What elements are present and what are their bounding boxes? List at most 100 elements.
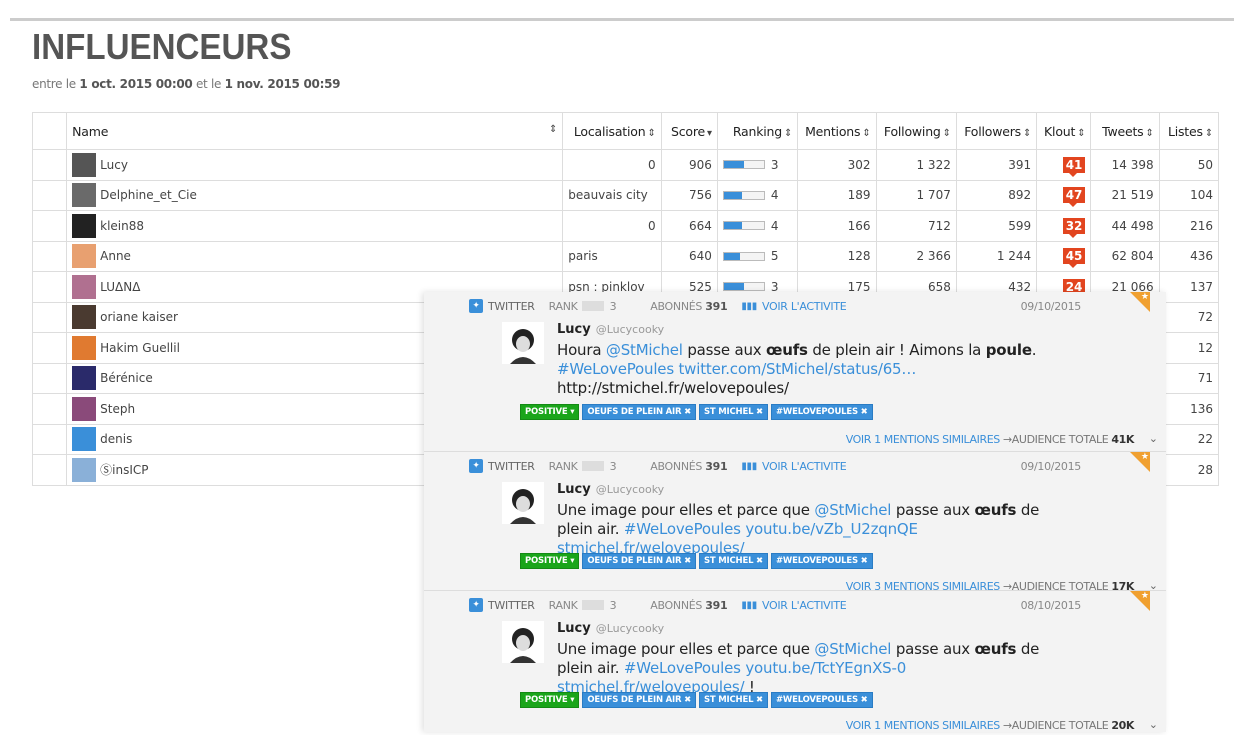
- lists-cell: 72: [1158, 301, 1220, 333]
- chevron-down-icon[interactable]: ⌄: [1149, 432, 1158, 445]
- tag-chip[interactable]: ST MICHEL ✖: [699, 553, 768, 569]
- tag-chip[interactable]: #WELOVEPOULES ✖: [770, 553, 873, 569]
- table-row[interactable]: Delphine_et_Cie beauvais city 756 4 189 1 707…: [31, 179, 1220, 211]
- influencer-name[interactable]: Bérénice: [100, 371, 153, 385]
- author-name[interactable]: Lucy: [557, 482, 591, 497]
- rank-value: 4: [770, 188, 779, 203]
- name-cell[interactable]: klein88: [66, 210, 564, 242]
- sort-icon[interactable]: ⇕: [1145, 128, 1153, 139]
- similar-mentions-link[interactable]: VOIR 1 MENTIONS SIMILAIRES: [846, 433, 1001, 446]
- sort-icon[interactable]: ⇕: [1077, 128, 1085, 139]
- tag-chip[interactable]: OEUFS DE PLEIN AIR ✖: [582, 553, 697, 569]
- row-select-cell[interactable]: [31, 423, 68, 455]
- influencer-name[interactable]: ⓈinsICP: [100, 461, 148, 478]
- influencer-name[interactable]: Lucy: [100, 158, 128, 172]
- influencer-name[interactable]: Delphine_et_Cie: [100, 188, 197, 202]
- sort-icon[interactable]: ⇕: [1205, 128, 1213, 139]
- followers-cell: 892: [955, 179, 1038, 211]
- influencer-name[interactable]: LUΔNΔ: [100, 280, 140, 294]
- column-header-name[interactable]: Name ⇕: [66, 112, 564, 150]
- sort-icon[interactable]: ⇕: [943, 128, 951, 139]
- column-header-ranking[interactable]: Ranking ⇕: [716, 112, 799, 150]
- influencer-name[interactable]: Hakim Guellil: [100, 341, 180, 355]
- column-header-following[interactable]: Following ⇕: [875, 112, 957, 150]
- avatar: [72, 244, 97, 269]
- sentiment-dropdown[interactable]: POSITIVE ▾: [520, 692, 580, 708]
- influencer-name[interactable]: oriane kaiser: [100, 310, 178, 324]
- row-select-cell[interactable]: [31, 454, 68, 486]
- tag-chip[interactable]: ST MICHEL ✖: [699, 404, 768, 420]
- row-select-cell[interactable]: [31, 362, 68, 394]
- sentiment-dropdown[interactable]: POSITIVE ▾: [520, 553, 580, 569]
- tag-chip[interactable]: #WELOVEPOULES ✖: [770, 692, 873, 708]
- klout-cell: 32: [1036, 210, 1092, 242]
- tweets-cell: 14 398: [1090, 149, 1160, 181]
- author-handle[interactable]: @Lucycooky: [596, 622, 664, 635]
- influencer-name[interactable]: denis: [100, 432, 132, 446]
- table-row[interactable]: Lucy 0 906 3 302 1 322 391 41 14 398 50: [31, 149, 1220, 181]
- view-activity-link[interactable]: VOIR L'ACTIVITE: [762, 460, 847, 473]
- mentions-cell: 302: [797, 149, 877, 181]
- column-header-location[interactable]: Localisation ⇕: [562, 112, 662, 150]
- column-header-mentions[interactable]: Mentions ⇕: [797, 112, 877, 150]
- mention-text: Houra @StMichel passe aux œufs de plein …: [557, 341, 1037, 397]
- column-header-tweets[interactable]: Tweets ⇕: [1090, 112, 1160, 150]
- tag-list: POSITIVE ▾ OEUFS DE PLEIN AIR ✖ ST MICHEL …: [520, 404, 873, 420]
- klout-badge: 47: [1062, 187, 1086, 208]
- mention-rank-label: RANK: [548, 598, 578, 612]
- influencer-name[interactable]: klein88: [100, 219, 144, 233]
- row-select-cell[interactable]: [31, 210, 68, 242]
- influencer-name[interactable]: Anne: [100, 249, 131, 263]
- avatar: [72, 427, 97, 452]
- mention-footer: VOIR 1 MENTIONS SIMILAIRES →AUDIENCE TOT…: [845, 719, 1135, 732]
- sort-icon[interactable]: ⇕: [1023, 128, 1031, 139]
- subscribers: ABONNÉS 391: [650, 459, 728, 473]
- row-select-cell[interactable]: [31, 179, 68, 211]
- author-name[interactable]: Lucy: [557, 621, 591, 636]
- ranking-cell: 4: [716, 210, 799, 242]
- column-header-klout[interactable]: Klout ⇕: [1036, 112, 1092, 150]
- tweets-cell: 21 519: [1090, 179, 1160, 211]
- row-select-cell[interactable]: [31, 149, 68, 181]
- row-select-cell[interactable]: [31, 301, 68, 333]
- view-activity-link[interactable]: VOIR L'ACTIVITE: [762, 300, 847, 313]
- mention-card: ✦ TWITTER RANK 3 ABONNÉS 391 ▮▮▮ VOIR L'ACTIVI…: [424, 591, 1166, 732]
- name-cell[interactable]: Lucy: [66, 149, 564, 181]
- table-row[interactable]: Anne paris 640 5 128 2 366 1 244 45 62 804 436: [31, 240, 1220, 272]
- view-activity-link[interactable]: VOIR L'ACTIVITE: [762, 599, 847, 612]
- ranking-cell: 5: [716, 240, 799, 272]
- sentiment-dropdown[interactable]: POSITIVE ▾: [520, 404, 580, 420]
- tag-chip[interactable]: OEUFS DE PLEIN AIR ✖: [582, 692, 697, 708]
- influencer-name[interactable]: Steph: [100, 402, 135, 416]
- name-cell[interactable]: Anne: [66, 240, 564, 272]
- column-header-score[interactable]: Score ▾: [660, 112, 718, 150]
- mention-rank-value: 3: [609, 459, 617, 473]
- followers-cell: 1 244: [955, 240, 1038, 272]
- author-name[interactable]: Lucy: [557, 322, 591, 337]
- sort-icon[interactable]: ⇕: [862, 128, 870, 139]
- sort-icon[interactable]: ⇕: [784, 128, 792, 139]
- column-header-followers[interactable]: Followers ⇕: [955, 112, 1038, 150]
- chevron-down-icon[interactable]: ⌄: [1149, 718, 1158, 731]
- tag-chip[interactable]: ST MICHEL ✖: [699, 692, 768, 708]
- row-select-cell[interactable]: [31, 393, 68, 425]
- sort-icon[interactable]: ⇕: [647, 128, 655, 139]
- tag-chip[interactable]: #WELOVEPOULES ✖: [770, 404, 873, 420]
- name-cell[interactable]: Delphine_et_Cie: [66, 179, 564, 211]
- sort-icon[interactable]: ⇕: [549, 124, 557, 135]
- similar-mentions-link[interactable]: VOIR 1 MENTIONS SIMILAIRES: [846, 719, 1001, 732]
- location-cell: 0: [562, 149, 662, 181]
- mentions-cell: 166: [797, 210, 877, 242]
- author-handle[interactable]: @Lucycooky: [596, 323, 664, 336]
- row-select-cell[interactable]: [31, 271, 68, 303]
- following-cell: 712: [875, 210, 957, 242]
- table-row[interactable]: klein88 0 664 4 166 712 599 32 44 498 216: [31, 210, 1220, 242]
- row-select-cell[interactable]: [31, 332, 68, 364]
- sort-desc-icon[interactable]: ▾: [707, 128, 712, 139]
- author-handle[interactable]: @Lucycooky: [596, 483, 664, 496]
- score-cell: 756: [660, 179, 718, 211]
- column-header-lists[interactable]: Listes ⇕: [1158, 112, 1220, 150]
- row-select-cell[interactable]: [31, 240, 68, 272]
- score-cell: 906: [660, 149, 718, 181]
- tag-chip[interactable]: OEUFS DE PLEIN AIR ✖: [582, 404, 697, 420]
